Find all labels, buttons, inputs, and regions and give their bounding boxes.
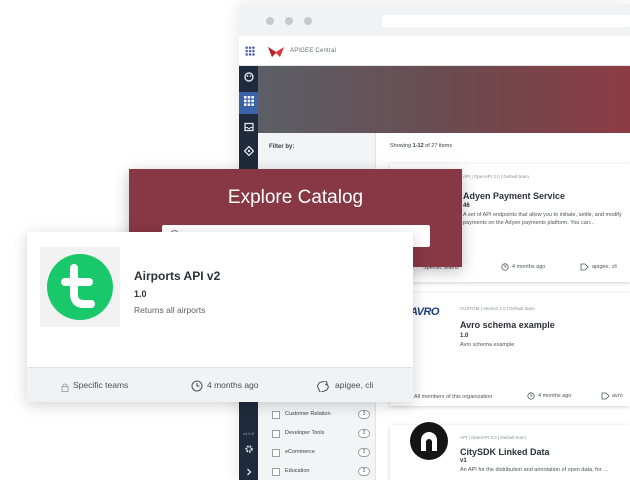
brand-name: APIGEE Central xyxy=(290,48,337,54)
api-logo-frame xyxy=(40,247,120,327)
card-visibility: All members of this organization xyxy=(414,394,493,400)
explore-catalog-title: Explore Catalog xyxy=(227,187,364,208)
category-filter-item[interactable]: Developer Tools 3 xyxy=(272,428,372,440)
card-version: 46 xyxy=(463,203,470,209)
version-label: v1.0.0 xyxy=(243,431,254,436)
category-checkbox[interactable] xyxy=(272,468,280,476)
featured-api-card[interactable]: Airports API v2 1.0 Returns all airports… xyxy=(27,232,413,402)
chevron-right-icon[interactable] xyxy=(239,462,258,480)
card-version: 1.0 xyxy=(460,333,469,339)
category-label: Developer Tools xyxy=(285,430,325,436)
catalog-hero-banner xyxy=(258,66,630,133)
airports-api-logo-icon xyxy=(47,254,113,320)
category-checkbox[interactable] xyxy=(272,449,280,457)
avro-logo: AVRO xyxy=(410,306,439,318)
clock-icon xyxy=(527,392,535,402)
address-bar[interactable] xyxy=(382,15,630,27)
card-tags: avro xyxy=(612,393,623,399)
tag-icon xyxy=(316,379,330,397)
results-count-range: 1-12 xyxy=(412,143,424,149)
brand-logo-icon[interactable] xyxy=(268,45,284,63)
window-dot-icon[interactable] xyxy=(285,17,293,25)
featured-card-title[interactable]: Airports API v2 xyxy=(134,269,220,283)
catalog-grid-icon[interactable] xyxy=(239,92,258,114)
window-dot-icon[interactable] xyxy=(304,17,312,25)
card-version: v1 xyxy=(460,458,467,464)
browser-titlebar xyxy=(239,4,630,36)
citysdk-logo-icon xyxy=(410,422,448,460)
card-kicker: API | OpenAPI 3.0 | Default team xyxy=(463,174,529,179)
category-checkbox[interactable] xyxy=(272,411,280,419)
tag-icon xyxy=(580,263,589,273)
compass-icon[interactable] xyxy=(239,142,258,164)
card-title[interactable]: Adyen Payment Service xyxy=(463,191,565,201)
card-description: Avro schema example xyxy=(460,342,515,348)
card-title[interactable]: Avro schema example xyxy=(460,320,555,330)
filter-heading: Filter by: xyxy=(269,144,295,150)
card-description: An API for the distribution and annotati… xyxy=(460,467,608,473)
category-label: Education xyxy=(285,468,310,474)
app-grid-icon[interactable] xyxy=(245,46,255,56)
featured-card-version: 1.0 xyxy=(134,289,147,299)
featured-card-visibility: Specific teams xyxy=(73,380,129,390)
results-count-prefix: Showing xyxy=(390,143,413,149)
featured-card-description: Returns all airports xyxy=(134,305,206,315)
card-updated: 4 months ago xyxy=(512,264,546,270)
tag-icon xyxy=(601,392,610,402)
card-kicker: API | OpenAPI 3.0 | Default team xyxy=(460,435,526,440)
category-filter-item[interactable]: Education 3 xyxy=(272,466,372,478)
card-kicker: CUSTOM | Version 1.0 | Default team xyxy=(460,306,535,311)
screenshot-stage: APIGEE Central v1.0.0 Filter by: Custome… xyxy=(0,0,630,480)
lock-icon xyxy=(61,379,69,397)
card-title[interactable]: CitySDK Linked Data xyxy=(460,447,550,457)
palette-icon[interactable] xyxy=(239,68,258,90)
results-count-suffix: of 27 items xyxy=(423,143,453,149)
clock-icon xyxy=(501,263,509,273)
card-updated: 4 months ago xyxy=(538,393,572,399)
category-filter-item[interactable]: Customer Relation 3 xyxy=(272,409,372,421)
window-dot-icon[interactable] xyxy=(266,17,274,25)
gear-icon[interactable] xyxy=(239,440,258,462)
category-count-badge: 3 xyxy=(358,467,370,476)
inbox-icon[interactable] xyxy=(239,118,258,140)
category-count-badge: 3 xyxy=(358,429,370,438)
featured-card-tags: apigee, cli xyxy=(335,380,374,390)
category-label: eCommerce xyxy=(285,449,315,455)
category-count-badge: 3 xyxy=(358,410,370,419)
card-description: A set of API endpoints that allow you to… xyxy=(463,212,622,226)
app-header: APIGEE Central xyxy=(239,36,630,66)
category-count-badge: 3 xyxy=(358,448,370,457)
category-filter-item[interactable]: eCommerce 3 xyxy=(272,447,372,459)
category-label: Customer Relation xyxy=(285,411,331,417)
category-checkbox[interactable] xyxy=(272,430,280,438)
clock-icon xyxy=(191,379,203,397)
featured-card-footer: Specific teams 4 months ago apigee, cli xyxy=(27,367,413,402)
featured-card-updated: 4 months ago xyxy=(207,380,259,390)
card-tags: apigee, cli xyxy=(592,264,617,270)
results-count: Showing 1-12 of 27 items xyxy=(390,143,452,149)
